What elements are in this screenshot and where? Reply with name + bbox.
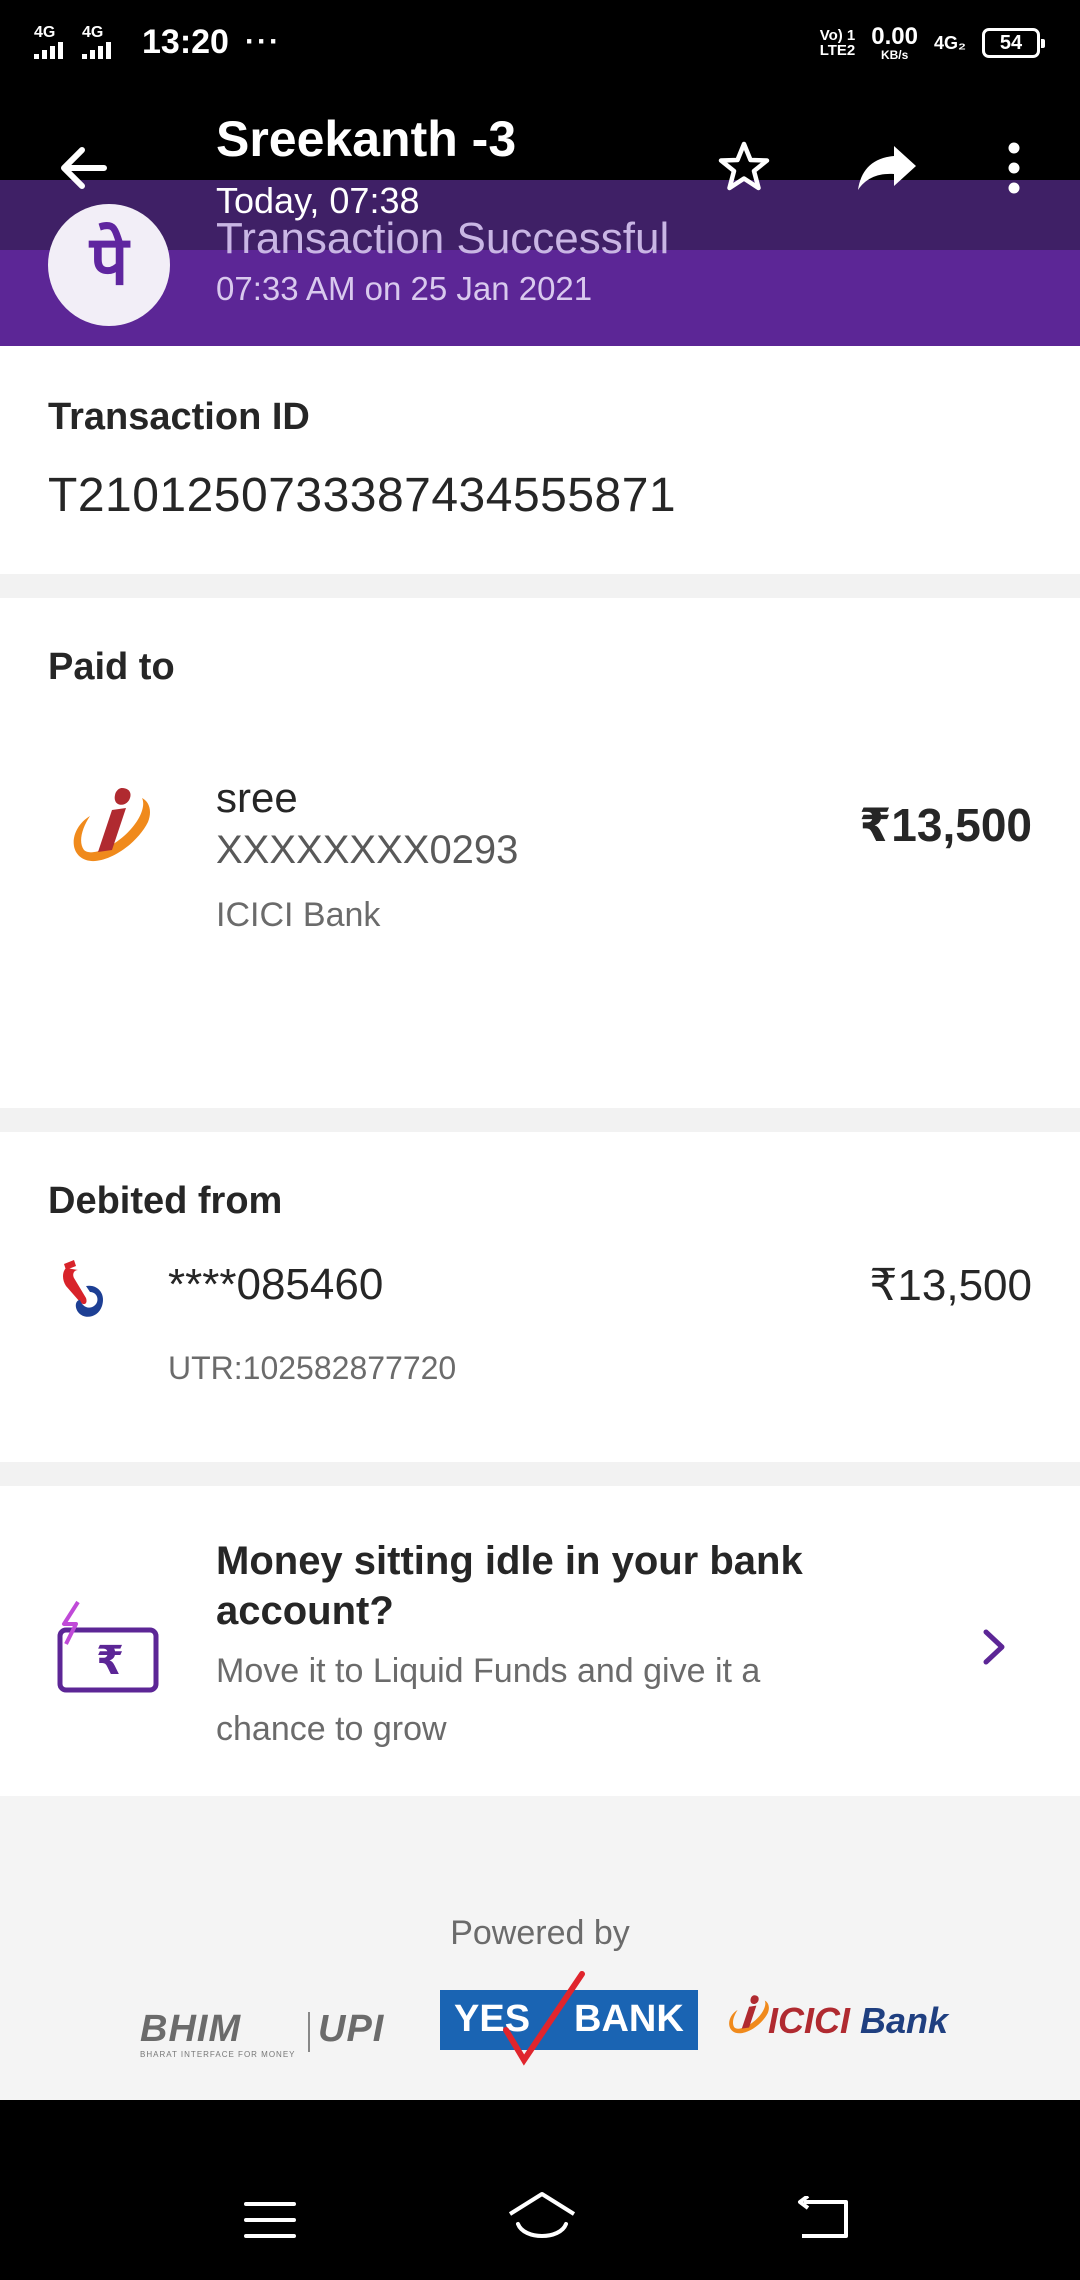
payee-bank: ICICI Bank [216,896,381,934]
icici-bank-icon [73,788,150,862]
powered-by-footer: Powered by BHIM UPI BHARAT INTERFACE FOR… [0,1796,1080,2100]
status-time: 13:20 [142,22,229,61]
icici-bank-logo: ICICI Bank [722,1982,982,2052]
volte-indicator: Vo) 1 LTE2 [819,27,856,59]
battery-icon: 54 [982,28,1045,58]
debit-amount: ₹13,500 [869,1261,1032,1310]
debited-from-label: Debited from [48,1180,283,1222]
transaction-status: Transaction Successful [216,214,670,263]
contact-name: Sreekanth -3 [216,111,517,167]
chevron-right-icon[interactable] [974,1622,1014,1672]
transaction-id-value: T2101250733387434555871 [48,469,677,522]
menu-icon[interactable] [244,2198,296,2242]
star-icon[interactable] [714,138,774,198]
utr-number: UTR:102582877720 [168,1350,457,1386]
payee-amount: ₹13,500 [859,799,1032,851]
rupee-card-icon: ₹ [57,1600,159,1693]
paid-to-label: Paid to [48,646,175,688]
payee-account: XXXXXXXX0293 [216,828,519,872]
icici-icon [729,1995,769,2034]
svg-text:₹: ₹ [96,1638,124,1684]
system-navigation-bar [0,2100,1080,2280]
transaction-datetime: 07:33 AM on 25 Jan 2021 [216,270,593,307]
section-divider [0,574,1080,598]
app-header: Sreekanth -3 Today, 07:38 पे Transaction… [0,84,1080,346]
sim2-signal-icon: 4G [82,25,122,59]
liquid-funds-promo-card[interactable]: ₹ Money sitting idle in your bank accoun… [0,1486,1080,1796]
bhim-upi-logo: BHIM UPI BHARAT INTERFACE FOR MONEY [140,2008,385,2059]
promo-title: Money sitting idle in your bank account? [216,1539,803,1633]
transaction-id-label: Transaction ID [48,396,310,438]
more-vertical-icon[interactable] [994,138,1034,198]
phonepe-logo: पे [48,204,170,326]
share-icon[interactable] [854,138,920,198]
sim1-signal-icon: 4G [34,25,74,59]
powered-by-label: Powered by [450,1914,630,1952]
debit-account: ****085460 [168,1260,384,1309]
bank-logo-icon [63,1260,104,1317]
back-icon[interactable] [796,2196,850,2242]
arrow-left-icon[interactable] [54,138,114,198]
status-bar: 4G 4G 13:20 ··· Vo) 1 LTE2 0.00 KB/s 4G₂… [0,0,1080,84]
battery-level: 54 [999,31,1023,54]
home-icon[interactable] [506,2190,578,2244]
status-more-dots: ··· [244,25,281,58]
section-divider [0,1108,1080,1132]
yes-bank-tick-icon [503,1971,585,2066]
network-speed: 0.00 KB/s [871,23,918,62]
network-type-icon: 4G₂ [933,32,966,53]
payee-name: sree [216,774,298,821]
section-divider [0,1462,1080,1486]
promo-subtitle: Move it to Liquid Funds and give it a ch… [216,1652,761,1748]
